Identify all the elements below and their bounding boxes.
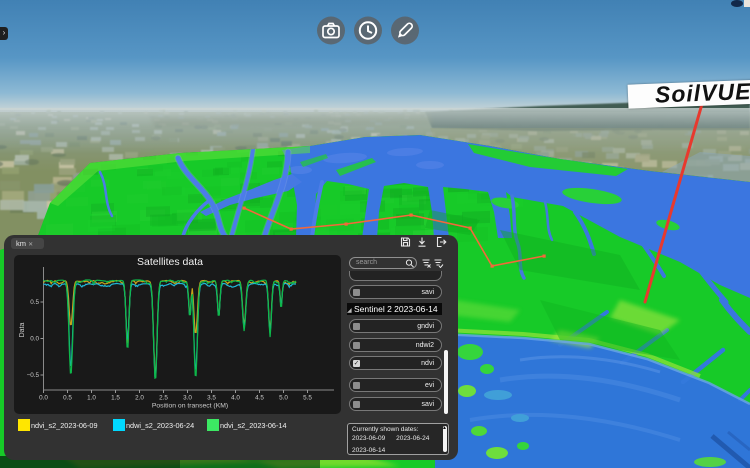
svg-text:−0.5: −0.5 (27, 372, 40, 379)
svg-text:3.0: 3.0 (183, 395, 192, 402)
svg-text:3.5: 3.5 (207, 395, 216, 402)
svg-text:5.0: 5.0 (279, 395, 288, 402)
svg-text:2.0: 2.0 (135, 395, 144, 402)
svg-text:4.0: 4.0 (231, 395, 240, 402)
svg-text:0.0: 0.0 (30, 336, 39, 343)
svg-text:0.5: 0.5 (30, 299, 39, 306)
svg-text:0.0: 0.0 (39, 395, 48, 402)
svg-text:Data: Data (19, 323, 26, 338)
svg-text:5.5: 5.5 (303, 395, 312, 402)
svg-text:1.5: 1.5 (111, 395, 120, 402)
svg-text:4.5: 4.5 (255, 395, 264, 402)
svg-text:2.5: 2.5 (159, 395, 168, 402)
svg-text:0.5: 0.5 (63, 395, 72, 402)
svg-text:Satellites data: Satellites data (137, 256, 203, 268)
svg-text:Position on transect (KM): Position on transect (KM) (152, 403, 228, 410)
svg-text:1.0: 1.0 (87, 395, 96, 402)
